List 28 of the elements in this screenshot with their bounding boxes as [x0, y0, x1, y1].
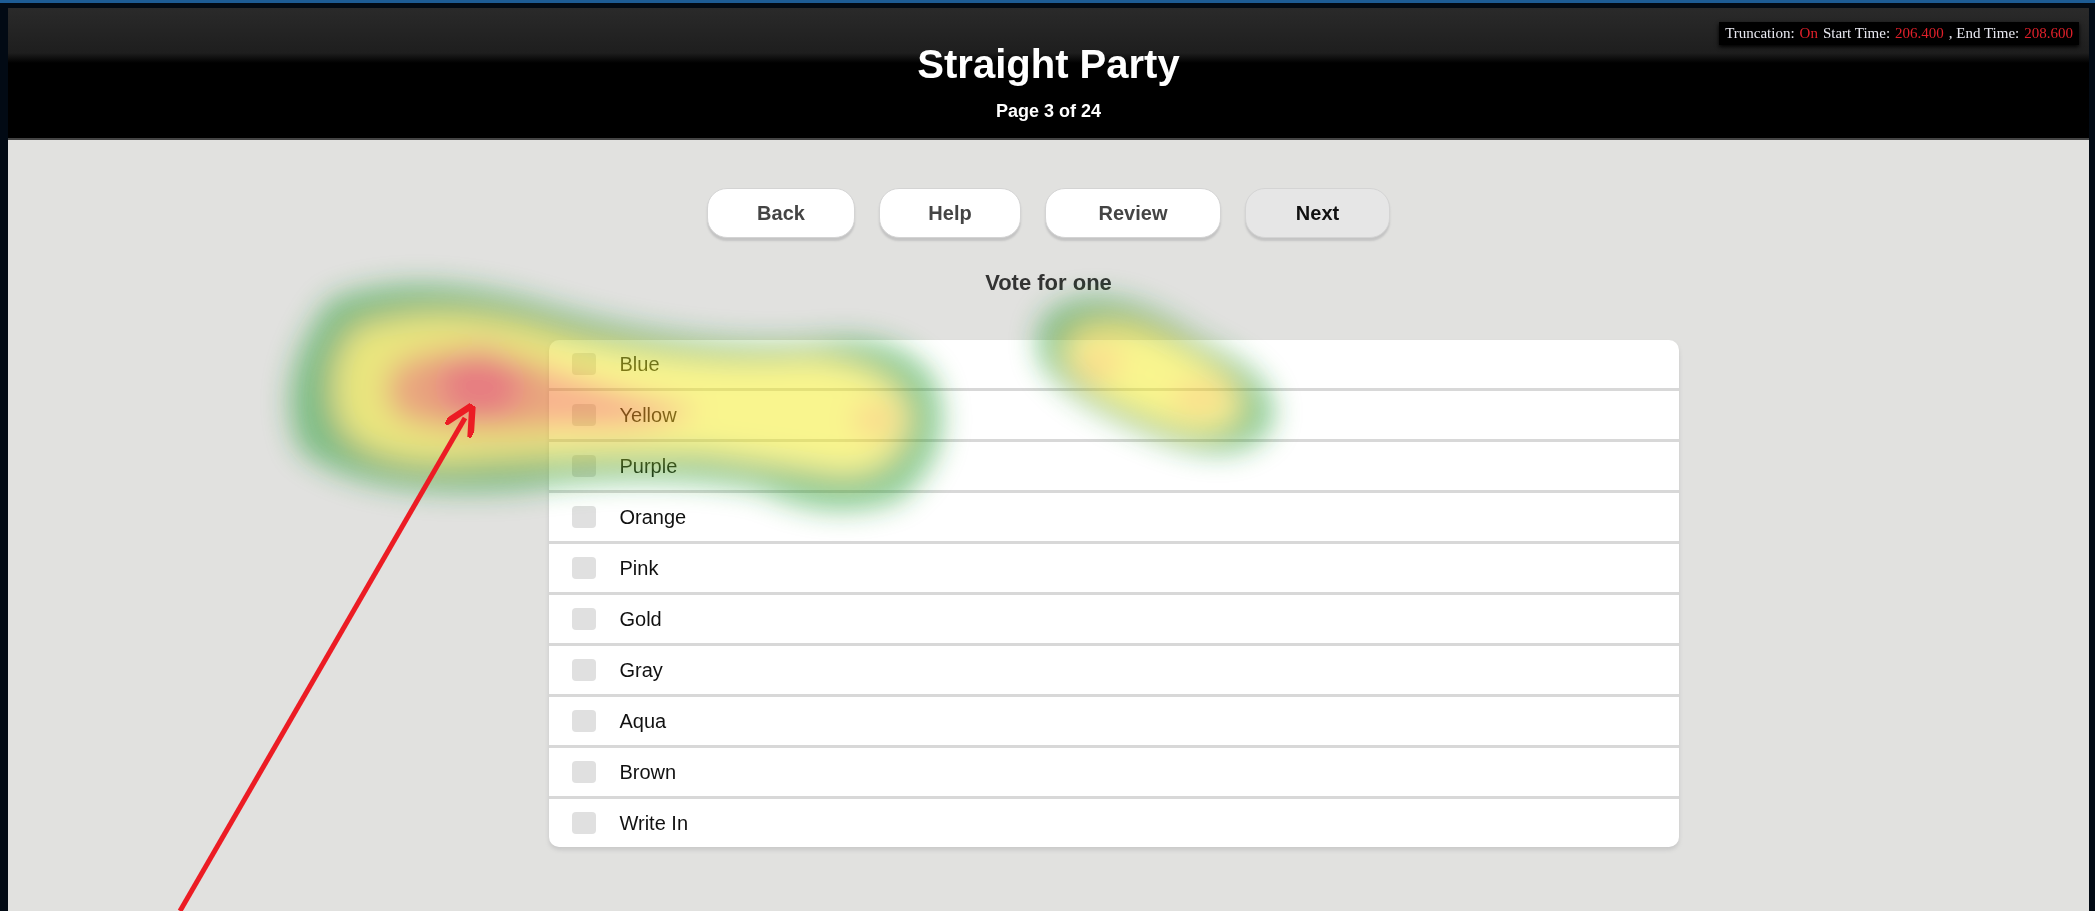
- checkbox[interactable]: [571, 557, 596, 579]
- checkbox[interactable]: [571, 404, 596, 426]
- option-label: Aqua: [619, 709, 667, 733]
- nav-button[interactable]: Review: [1045, 188, 1221, 238]
- checkbox[interactable]: [571, 812, 596, 834]
- checkbox[interactable]: [571, 455, 596, 477]
- option-label: Brown: [619, 760, 677, 784]
- checkbox[interactable]: [571, 608, 596, 630]
- option-label: Purple: [619, 454, 678, 478]
- option-label: Pink: [619, 556, 659, 580]
- checkbox[interactable]: [571, 761, 596, 783]
- option-label: Gray: [619, 658, 663, 682]
- nav-button[interactable]: Help: [879, 188, 1021, 238]
- option-label: Orange: [619, 505, 687, 529]
- option-label: Gold: [619, 607, 662, 631]
- option-label: Yellow: [619, 403, 677, 427]
- checkbox[interactable]: [571, 710, 596, 732]
- nav-button[interactable]: Next: [1245, 188, 1390, 238]
- option-label: Blue: [619, 352, 660, 376]
- option-label: Write In: [619, 811, 689, 835]
- nav-button[interactable]: Back: [707, 188, 855, 238]
- truncation-info: Truncation: On Start Time: 206.400 , End Time: 208.600: [1719, 22, 2079, 45]
- page-title: Straight Party: [917, 42, 1180, 87]
- checkbox[interactable]: [571, 353, 596, 375]
- checkbox[interactable]: [571, 506, 596, 528]
- page-counter: Page 3 of 24: [995, 101, 1101, 122]
- checkbox[interactable]: [571, 659, 596, 681]
- instruction-text: Vote for one: [985, 270, 1112, 296]
